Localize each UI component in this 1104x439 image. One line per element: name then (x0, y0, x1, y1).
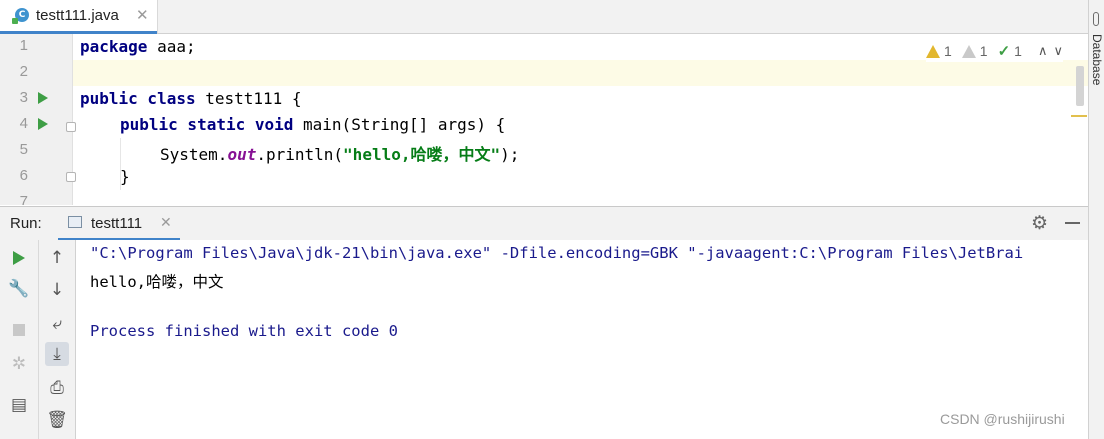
current-line-highlight (72, 60, 1088, 86)
code-text: main(String[] args) { (293, 115, 506, 134)
code-text: System. (160, 145, 228, 164)
run-label: Run: (10, 215, 42, 232)
debug-icon[interactable]: ✲ (7, 352, 31, 376)
code-editor[interactable]: 1 2 3 4 5 6 7 package aaa; public class … (0, 34, 1088, 205)
keyword: public static void (120, 115, 294, 134)
close-tab-icon[interactable]: ✕ (136, 6, 149, 24)
previous-highlight-icon[interactable]: ∧ (1038, 43, 1048, 59)
code-text: .println( (256, 145, 344, 164)
line-number: 5 (19, 141, 28, 158)
weak-warning-count: 1 (979, 43, 988, 59)
database-tool-button[interactable]: Database (1090, 34, 1104, 85)
scroll-to-end-icon[interactable]: ⤓ (45, 342, 69, 366)
fold-icon[interactable] (66, 122, 76, 132)
editor-tab-bar: C testt111.java ✕ (0, 0, 1088, 34)
minimize-icon[interactable] (1065, 222, 1080, 224)
console-actions-toolbar: ↑ ↓ ⤶ ⤓ ⎙ 🗑 (39, 240, 76, 439)
code-line-6: } (120, 167, 130, 186)
run-config-icon (68, 216, 82, 228)
stop-icon[interactable] (13, 324, 25, 336)
code-line-4: public static void main(String[] args) { (120, 115, 505, 134)
code-line-1: package aaa; (80, 37, 196, 56)
keyword: public class (80, 89, 196, 108)
run-tab-title: testt111 (91, 215, 143, 232)
editor-tab-testt111[interactable]: C testt111.java ✕ (0, 0, 158, 34)
line-number: 3 (19, 89, 28, 106)
typo-check-icon: ✓ (997, 43, 1011, 60)
database-icon[interactable] (1093, 12, 1099, 26)
soft-wrap-icon[interactable]: ⤶ (45, 312, 69, 336)
inspection-widget[interactable]: 1 1 ✓ 1 ∧ ∨ (926, 40, 1063, 62)
warnings-counter[interactable]: 1 (926, 43, 952, 59)
weak-warning-icon (961, 44, 976, 58)
up-arrow-icon[interactable]: ↑ (45, 246, 69, 270)
code-line-3: public class testt111 { (80, 89, 302, 108)
run-config-tab[interactable]: testt111 ✕ (58, 207, 180, 241)
typos-counter[interactable]: ✓ 1 (998, 42, 1022, 60)
code-text: } (120, 167, 130, 186)
wrench-icon[interactable]: 🔧 (7, 277, 31, 301)
close-run-tab-icon[interactable]: ✕ (160, 214, 172, 231)
string-literal: "hello,哈喽，中文" (343, 145, 501, 164)
trash-icon[interactable]: 🗑 (45, 408, 69, 432)
editor-tab-title: testt111.java (36, 7, 119, 24)
console-program-output: hello,哈喽，中文 (90, 273, 224, 291)
line-number: 6 (19, 167, 28, 184)
down-arrow-icon[interactable]: ↓ (45, 278, 69, 302)
keyword: package (80, 37, 148, 56)
code-text: testt111 { (195, 89, 302, 108)
line-number: 4 (19, 115, 28, 132)
rerun-icon[interactable] (13, 251, 25, 265)
editor-scrollbar[interactable] (1076, 66, 1084, 106)
watermark: CSDN @rushijirushi (940, 411, 1065, 427)
layout-icon[interactable]: ▤ (7, 393, 31, 417)
fold-icon[interactable] (66, 172, 76, 182)
console-output[interactable]: "C:\Program Files\Java\jdk-21\bin\java.e… (76, 240, 1088, 439)
run-main-gutter-icon[interactable] (38, 118, 48, 130)
line-number: 2 (19, 63, 28, 80)
editor-gutter: 1 2 3 4 5 6 7 (0, 34, 76, 205)
code-line-5: System.out.println("hello,哈喽，中文"); (160, 141, 519, 165)
line-number: 1 (19, 37, 28, 54)
gear-icon[interactable]: ⚙ (1031, 212, 1048, 235)
warning-count: 1 (944, 43, 952, 59)
print-icon[interactable]: ⎙ (45, 376, 69, 400)
console-command-line: "C:\Program Files\Java\jdk-21\bin\java.e… (90, 244, 1024, 262)
run-class-gutter-icon[interactable] (38, 92, 48, 104)
typo-count: 1 (1014, 43, 1022, 59)
run-toolwindow-header: Run: testt111 ✕ ⚙ (0, 206, 1088, 241)
warning-icon (926, 44, 940, 58)
java-class-icon: C (12, 8, 29, 24)
run-controls-toolbar: 🔧 ✲ ▤ (0, 240, 39, 439)
static-field: out (227, 145, 257, 164)
code-text: aaa; (147, 37, 196, 56)
code-text: ); (500, 145, 520, 164)
weak-warnings-counter[interactable]: 1 (961, 43, 988, 59)
line-number: 7 (19, 193, 28, 205)
scroll-marker (1071, 115, 1087, 117)
next-highlight-icon[interactable]: ∨ (1053, 43, 1063, 59)
console-exit-message: Process finished with exit code 0 (90, 322, 398, 340)
